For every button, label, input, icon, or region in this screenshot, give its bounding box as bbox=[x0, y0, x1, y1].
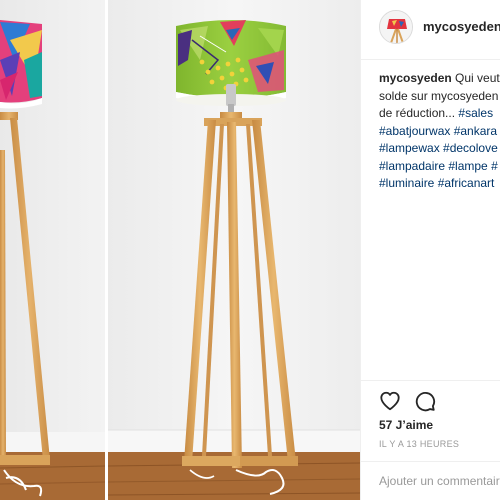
avatar-lamp-icon bbox=[380, 11, 412, 43]
heart-icon[interactable] bbox=[379, 390, 401, 412]
post-author-username[interactable]: mycosyeden bbox=[423, 19, 500, 34]
post-actions: 57 J’aime IL Y A 13 HEURES bbox=[361, 380, 500, 500]
caption-line: solde sur mycosyeden bbox=[379, 88, 500, 106]
caption-line: de réduction... #sales bbox=[379, 105, 500, 123]
hashtag-link[interactable]: #sales bbox=[458, 106, 493, 120]
comment-section bbox=[361, 461, 500, 500]
caption-text: solde sur mycosyeden bbox=[379, 88, 499, 103]
hashtag-line[interactable]: #luminaire #africanart bbox=[379, 175, 500, 193]
like-count[interactable]: 57 J’aime bbox=[379, 418, 433, 432]
hashtag-line[interactable]: #abatjourwax #ankara bbox=[379, 123, 500, 141]
caption-line: mycosyeden Qui veut bbox=[379, 70, 500, 88]
post-photo-carousel[interactable] bbox=[0, 0, 360, 500]
carousel-photo-previous[interactable] bbox=[0, 0, 105, 500]
carousel-photo-current[interactable] bbox=[108, 0, 360, 500]
hashtag-line[interactable]: #lampewax #decolove bbox=[379, 140, 500, 158]
post-header: mycosyeden bbox=[361, 0, 500, 60]
caption-username[interactable]: mycosyeden bbox=[379, 71, 452, 85]
hashtag-line[interactable]: #lampadaire #lampe # bbox=[379, 158, 500, 176]
floor-lamp-image bbox=[108, 0, 360, 500]
post-timestamp: IL Y A 13 HEURES bbox=[379, 439, 460, 449]
post-details-panel: mycosyeden mycosyeden Qui veut solde sur… bbox=[360, 0, 500, 500]
floor-lamp-image-previous bbox=[0, 0, 105, 500]
avatar[interactable] bbox=[379, 10, 413, 44]
post-caption: mycosyeden Qui veut solde sur mycosyeden… bbox=[379, 70, 500, 193]
caption-text: Qui veut bbox=[455, 71, 500, 85]
comment-bubble-icon[interactable] bbox=[414, 390, 436, 412]
caption-text: de réduction... bbox=[379, 106, 459, 120]
comment-input[interactable] bbox=[379, 474, 500, 488]
